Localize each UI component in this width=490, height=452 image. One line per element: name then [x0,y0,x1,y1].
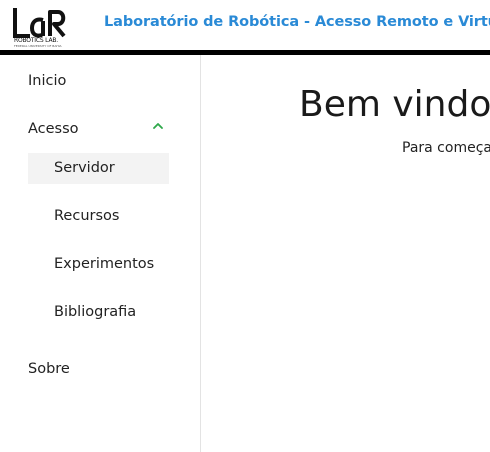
app-header: ROBOTICS LAB. FEDERAL UNIVERSITY OF BAHI… [0,0,490,50]
logo-tagline: FEDERAL UNIVERSITY OF BAHIA [14,44,62,48]
sidebar-item-acesso[interactable]: Acesso [28,121,79,137]
lar-logo[interactable]: ROBOTICS LAB. FEDERAL UNIVERSITY OF BAHI… [12,8,72,48]
sidebar-item-recursos[interactable]: Recursos [28,201,169,232]
sidebar: Inicio Acesso Servidor Recursos Experime… [0,55,201,452]
sidebar-item-sobre[interactable]: Sobre [28,361,70,377]
lar-logo-mark [13,8,66,38]
sidebar-item-experimentos[interactable]: Experimentos [28,249,169,280]
page-subtitle: Para começa [402,140,490,156]
site-title[interactable]: Laboratório de Robótica - Acesso Remoto … [104,14,490,30]
sidebar-item-inicio[interactable]: Inicio [28,73,66,89]
sidebar-item-servidor[interactable]: Servidor [28,153,169,184]
logo-subtitle: ROBOTICS LAB. [14,37,58,44]
sidebar-item-bibliografia[interactable]: Bibliografia [28,297,169,328]
page-title: Bem vindo [299,84,490,125]
chevron-up-icon[interactable] [152,121,164,131]
